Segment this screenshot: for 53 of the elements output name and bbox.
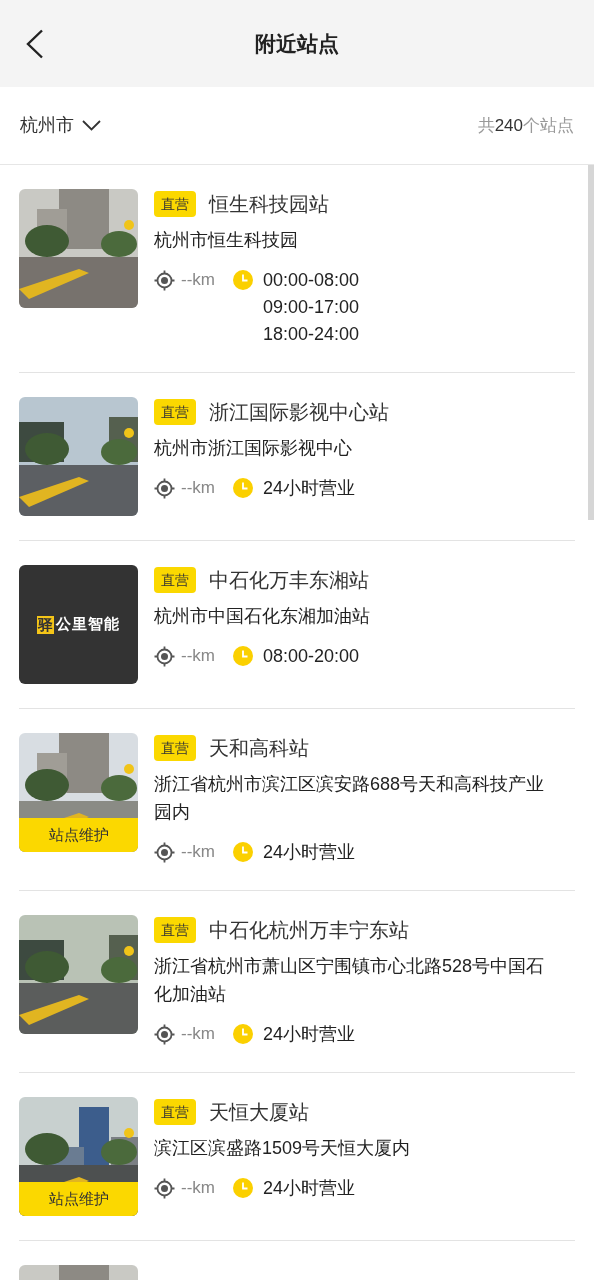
station-name[interactable]: 中石化杭州万丰宁东站 xyxy=(209,915,409,945)
opening-hours: 24小时营业 xyxy=(263,477,356,500)
location-icon xyxy=(154,1178,175,1199)
station-address: 浙江省杭州市萧山区宁围镇市心北路528号中国石化加油站 xyxy=(154,955,546,1006)
clock-icon xyxy=(233,646,253,666)
tag: 直营 xyxy=(154,191,196,217)
station-address: 杭州市恒生科技园 xyxy=(154,229,299,252)
location-icon xyxy=(154,646,175,667)
clock-icon xyxy=(233,842,253,862)
location-icon xyxy=(154,270,175,291)
station-name[interactable]: 浙江国际影视中心站 xyxy=(209,397,389,427)
tag: 直营 xyxy=(154,399,196,425)
opening-hours: 00:00-08:00 xyxy=(263,269,360,292)
opening-hours: 18:00-24:00 xyxy=(263,323,360,346)
opening-hours: 24小时营业 xyxy=(263,1177,356,1200)
station-count: 共240个站点 xyxy=(477,114,574,137)
location-icon xyxy=(154,478,175,499)
station-address: 杭州市中国石化东湘加油站 xyxy=(154,605,371,628)
station-name[interactable]: 恒生科技园站 xyxy=(209,189,329,219)
opening-hours: 08:00-20:00 xyxy=(263,645,360,668)
station-name[interactable]: 天和高科站 xyxy=(209,733,309,763)
distance: --km xyxy=(181,1177,216,1199)
distance: --km xyxy=(181,1023,216,1045)
station-address: 滨江区滨盛路1509号天恒大厦内 xyxy=(154,1137,412,1160)
clock-icon xyxy=(233,478,253,498)
opening-hours: 09:00-17:00 xyxy=(263,296,360,319)
clock-icon xyxy=(233,1024,253,1044)
page-title: 附近站点 xyxy=(255,30,339,57)
clock-icon xyxy=(233,270,253,290)
tag: 直营 xyxy=(154,917,196,943)
location-icon xyxy=(154,1024,175,1045)
location-icon xyxy=(154,842,175,863)
tag: 直营 xyxy=(154,1099,196,1125)
scrollbar[interactable] xyxy=(588,165,594,520)
opening-hours: 24小时营业 xyxy=(263,841,356,864)
back-icon[interactable] xyxy=(25,29,44,59)
clock-icon xyxy=(233,1178,253,1198)
distance: --km xyxy=(181,645,216,667)
tag: 直营 xyxy=(154,567,196,593)
tag: 直营 xyxy=(154,735,196,761)
distance: --km xyxy=(181,269,216,291)
distance: --km xyxy=(181,477,216,499)
city-selector[interactable]: 杭州市 xyxy=(20,112,101,139)
station-name[interactable]: 天恒大厦站 xyxy=(209,1097,309,1127)
logo: 驿 公里智能 xyxy=(19,565,138,684)
maintenance-label: 站点维护 xyxy=(19,1182,138,1216)
opening-hours: 24小时营业 xyxy=(263,1023,356,1046)
station-address: 浙江省杭州市滨江区滨安路688号天和高科技产业园内 xyxy=(154,773,546,824)
distance: --km xyxy=(181,841,216,863)
chevron-down-icon xyxy=(82,120,101,131)
maintenance-label: 站点维护 xyxy=(19,818,138,852)
station-address: 杭州市浙江国际影视中心 xyxy=(154,437,353,460)
station-name[interactable]: 中石化万丰东湘站 xyxy=(209,565,369,595)
